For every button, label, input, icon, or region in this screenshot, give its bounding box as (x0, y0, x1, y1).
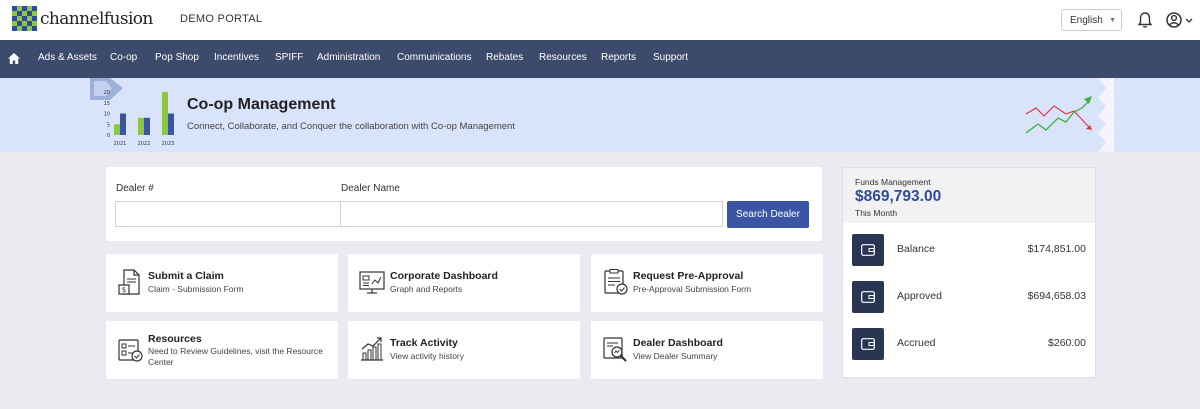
dealer-search-icon (603, 337, 627, 362)
funds-management-panel: Funds Management $869,793.00 This Month … (842, 167, 1096, 378)
funds-row-value: $694,658.03 (1027, 290, 1086, 302)
chart-y-tick: 5 (107, 122, 110, 128)
dealer-number-input[interactable] (115, 201, 341, 227)
top-bar: channelfusion DEMO PORTAL English ▼ (0, 0, 1200, 40)
nav-resources[interactable]: Resources (539, 52, 587, 63)
chart-bar-green (162, 92, 168, 135)
chart-bar-blue (168, 113, 174, 135)
chart-bar-green (138, 117, 144, 135)
tile-description: Graph and Reports (390, 284, 463, 294)
funds-row-accrued: Accrued $260.00 (843, 328, 1095, 360)
funds-header: Funds Management $869,793.00 This Month (843, 168, 1095, 223)
funds-row-label: Approved (897, 290, 942, 302)
tile-title: Request Pre-Approval (633, 270, 744, 282)
wallet-icon (852, 328, 884, 360)
dropdown-caret-icon: ▼ (1109, 17, 1116, 24)
chart-year-label: 2023 (162, 141, 175, 147)
funds-label: Funds Management (855, 177, 931, 187)
portal-name: DEMO PORTAL (180, 13, 263, 25)
dealer-search-card: Dealer # Dealer Name Search Dealer (106, 167, 822, 241)
chart-bar-blue (120, 113, 126, 135)
chart-y-tick: 15 (104, 101, 110, 107)
chart-y-tick: 20 (104, 90, 110, 96)
nav-pop-shop[interactable]: Pop Shop (155, 52, 199, 63)
home-icon[interactable] (8, 53, 20, 64)
tile-dealer-dashboard[interactable]: Dealer Dashboard View Dealer Summary (591, 321, 823, 379)
tile-description: View Dealer Summary (633, 351, 718, 361)
chart-y-tick: 0 (107, 133, 110, 139)
dealer-number-label: Dealer # (116, 183, 154, 194)
chart-bar-green (114, 124, 120, 135)
funds-row-approved: Approved $694,658.03 (843, 281, 1095, 313)
resources-icon (118, 339, 143, 362)
funds-period: This Month (855, 208, 898, 218)
chart-year-label: 2022 (138, 141, 151, 147)
tile-corporate-dashboard[interactable]: Corporate Dashboard Graph and Reports (348, 254, 580, 312)
activity-icon (361, 337, 383, 361)
nav-support[interactable]: Support (653, 52, 688, 63)
tile-title: Resources (148, 333, 202, 345)
language-value: English (1070, 15, 1103, 26)
chart-bar-blue (144, 117, 150, 135)
funds-row-balance: Balance $174,851.00 (843, 234, 1095, 266)
dashboard-icon (359, 271, 385, 294)
dealer-name-input[interactable] (340, 201, 723, 227)
brand-name: channelfusion (40, 8, 153, 29)
chart-year-label: 2021 (114, 141, 127, 147)
wallet-icon (852, 281, 884, 313)
tile-track-activity[interactable]: Track Activity View activity history (348, 321, 580, 379)
tile-title: Corporate Dashboard (390, 270, 498, 282)
tile-submit-claim[interactable]: $ Submit a Claim Claim - Submission Form (106, 254, 338, 312)
chart-y-tick: 10 (104, 112, 110, 118)
pre-approval-icon (604, 269, 628, 295)
nav-ads-assets[interactable]: Ads & Assets (38, 52, 97, 63)
nav-rebates[interactable]: Rebates (486, 52, 523, 63)
tile-title: Submit a Claim (148, 270, 224, 282)
nav-co-op[interactable]: Co-op (110, 52, 137, 63)
brand-logo[interactable]: channelfusion (12, 6, 153, 31)
trend-arrows-illustration (1025, 78, 1114, 152)
wallet-icon (852, 234, 884, 266)
nav-administration[interactable]: Administration (317, 52, 380, 63)
tile-title: Track Activity (390, 337, 458, 349)
nav-reports[interactable]: Reports (601, 52, 636, 63)
funds-row-label: Accrued (897, 337, 936, 349)
logo-mark-icon (12, 6, 37, 31)
tile-description: Claim - Submission Form (148, 284, 244, 294)
tile-description: Need to Review Guidelines, visit the Res… (148, 346, 323, 367)
claim-icon: $ (118, 269, 140, 295)
tile-description: Pre-Approval Submission Form (633, 284, 752, 294)
tile-request-pre-approval[interactable]: Request Pre-Approval Pre-Approval Submis… (591, 254, 823, 312)
page-title: Co-op Management (187, 96, 336, 113)
search-dealer-button[interactable]: Search Dealer (727, 201, 809, 228)
funds-row-value: $260.00 (1048, 337, 1086, 349)
user-menu-icon[interactable] (1166, 11, 1194, 29)
tile-title: Dealer Dashboard (633, 337, 723, 349)
language-select[interactable]: English ▼ (1061, 9, 1122, 31)
banner-bar-chart-illustration: 20 15 10 5 0 2021 2022 2023 (90, 78, 175, 147)
page-subtitle: Connect, Collaborate, and Conquer the co… (187, 121, 515, 132)
page-banner: 20 15 10 5 0 2021 2022 2023 Co-op Management C… (0, 78, 1200, 152)
bell-icon[interactable] (1137, 11, 1153, 29)
funds-total: $869,793.00 (855, 188, 942, 205)
svg-text:$: $ (122, 286, 126, 294)
nav-communications[interactable]: Communications (397, 52, 471, 63)
tile-resources[interactable]: Resources Need to Review Guidelines, vis… (106, 321, 338, 379)
nav-spiff[interactable]: SPIFF (275, 52, 303, 63)
main-nav: Ads & Assets Co-op Pop Shop Incentives S… (0, 40, 1200, 78)
funds-row-value: $174,851.00 (1027, 243, 1086, 255)
nav-incentives[interactable]: Incentives (214, 52, 259, 63)
tile-description: View activity history (390, 351, 465, 361)
funds-row-label: Balance (897, 243, 935, 255)
dealer-name-label: Dealer Name (341, 183, 400, 194)
